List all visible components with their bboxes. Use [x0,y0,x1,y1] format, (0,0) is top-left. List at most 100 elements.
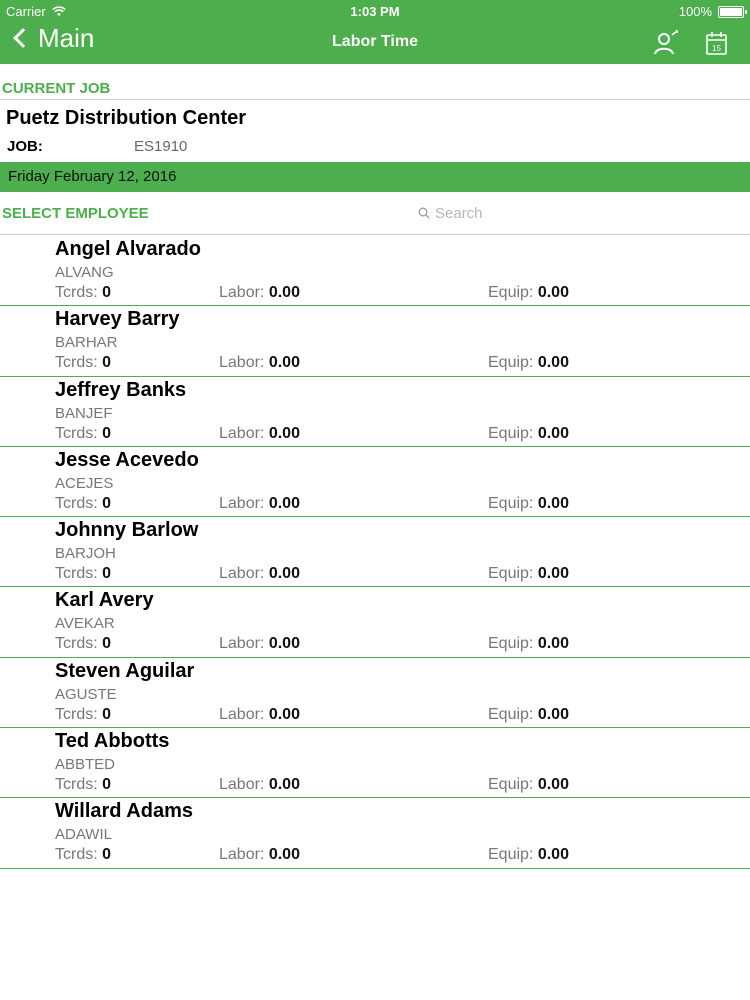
employee-name: Steven Aguilar [55,659,195,682]
employee-name: Ted Abbotts [55,730,170,753]
add-user-icon[interactable] [654,30,678,56]
tcrds-stat: Tcrds: 0 [55,354,111,372]
tcrds-stat: Tcrds: 0 [55,635,111,653]
status-right: 100% [678,4,747,19]
tcrds-value: 0 [102,635,112,653]
date-text: Friday February 12, 2016 [8,168,177,185]
labor-label: Labor: [219,424,265,442]
employee-row[interactable]: Jesse Acevedo ACEJES Tcrds: 0 Labor: 0.0… [0,447,750,518]
labor-value: 0.00 [268,424,300,442]
search-icon [418,207,430,219]
page-title: Labor Time [332,33,418,50]
labor-label: Labor: [219,635,265,653]
divider [0,99,750,100]
labor-label: Labor: [219,565,265,583]
equip-stat: Equip: 0.00 [488,425,569,443]
labor-label: Labor: [219,494,265,512]
employee-name: Harvey Barry [55,308,180,331]
labor-stat: Labor: 0.00 [219,565,300,583]
status-time: 1:03 PM [350,4,400,19]
labor-label: Labor: [219,284,265,301]
employee-code: BARHAR [55,334,118,352]
tcrds-label: Tcrds: [55,705,98,723]
back-button[interactable]: Main [10,24,94,52]
employee-code: ALVANG [55,264,114,281]
tcrds-stat: Tcrds: 0 [55,495,111,513]
labor-value: 0.00 [268,494,300,512]
equip-stat: Equip: 0.00 [488,776,569,794]
equip-label: Equip: [488,705,534,723]
labor-value: 0.00 [268,565,300,583]
equip-label: Equip: [488,424,534,442]
equip-stat: Equip: 0.00 [488,495,569,513]
labor-stat: Labor: 0.00 [219,635,300,653]
search-input[interactable] [435,201,735,225]
labor-stat: Labor: 0.00 [219,495,300,513]
employee-row[interactable]: Johnny Barlow BARJOH Tcrds: 0 Labor: 0.0… [0,517,750,588]
date-bar: Friday February 12, 2016 [0,162,750,192]
nav-bar: Carrier 1:03 PM 100% Main Labor Time 15 [0,0,750,64]
calendar-day: 15 [712,44,721,53]
labor-value: 0.00 [268,846,300,864]
divider [0,234,750,235]
tcrds-value: 0 [102,846,112,864]
labor-stat: Labor: 0.00 [219,354,300,372]
employee-row[interactable]: Angel Alvarado ALVANG Tcrds: 0 Labor: 0.… [0,236,750,307]
tcrds-label: Tcrds: [55,494,98,512]
tcrds-stat: Tcrds: 0 [55,776,111,794]
labor-label: Labor: [219,776,265,794]
labor-value: 0.00 [268,354,300,372]
equip-label: Equip: [488,354,534,372]
job-value: ES1910 [134,138,188,155]
tcrds-stat: Tcrds: 0 [55,565,111,583]
equip-value: 0.00 [537,284,569,301]
equip-stat: Equip: 0.00 [488,354,569,372]
labor-value: 0.00 [268,284,300,301]
equip-value: 0.00 [537,776,569,794]
labor-stat: Labor: 0.00 [219,284,300,302]
tcrds-label: Tcrds: [55,424,98,442]
search-bar [163,193,748,231]
tcrds-stat: Tcrds: 0 [55,284,111,302]
tcrds-value: 0 [102,284,112,301]
equip-value: 0.00 [537,424,569,442]
labor-label: Labor: [219,354,265,372]
calendar-icon[interactable]: 15 [705,30,729,56]
employee-row[interactable]: Steven Aguilar AGUSTE Tcrds: 0 Labor: 0.… [0,658,750,729]
equip-stat: Equip: 0.00 [488,284,569,302]
tcrds-label: Tcrds: [55,635,98,653]
equip-label: Equip: [488,565,534,583]
employee-list: Angel Alvarado ALVANG Tcrds: 0 Labor: 0.… [0,236,750,869]
employee-code: ACEJES [55,474,114,492]
employee-code: BANJEF [55,404,113,422]
equip-value: 0.00 [537,705,569,723]
equip-label: Equip: [488,494,534,512]
employee-name: Karl Avery [55,589,154,612]
equip-label: Equip: [488,776,534,794]
employee-code: BARJOH [55,545,116,563]
employee-name: Jesse Acevedo [55,448,199,471]
employee-code: AGUSTE [55,685,117,703]
labor-value: 0.00 [268,776,300,794]
tcrds-value: 0 [102,776,112,794]
battery-percent: 100% [678,4,712,19]
employee-name: Willard Adams [55,800,193,823]
employee-row[interactable]: Jeffrey Banks BANJEF Tcrds: 0 Labor: 0.0… [0,377,750,447]
employee-row[interactable]: Karl Avery AVEKAR Tcrds: 0 Labor: 0.00 E… [0,587,750,658]
tcrds-value: 0 [102,705,112,723]
tcrds-stat: Tcrds: 0 [55,846,111,864]
tcrds-value: 0 [102,494,112,512]
equip-stat: Equip: 0.00 [488,565,569,583]
tcrds-label: Tcrds: [55,354,98,372]
labor-stat: Labor: 0.00 [219,706,300,724]
labor-label: Labor: [219,705,265,723]
equip-value: 0.00 [537,565,569,583]
employee-row[interactable]: Willard Adams ADAWIL Tcrds: 0 Labor: 0.0… [0,798,750,869]
equip-label: Equip: [488,846,534,864]
employee-row[interactable]: Harvey Barry BARHAR Tcrds: 0 Labor: 0.00… [0,306,750,377]
employee-code: ADAWIL [55,826,112,844]
employee-row[interactable]: Ted Abbotts ABBTED Tcrds: 0 Labor: 0.00 … [0,728,750,799]
tcrds-value: 0 [102,424,112,442]
tcrds-label: Tcrds: [55,284,98,301]
tcrds-label: Tcrds: [55,776,98,794]
